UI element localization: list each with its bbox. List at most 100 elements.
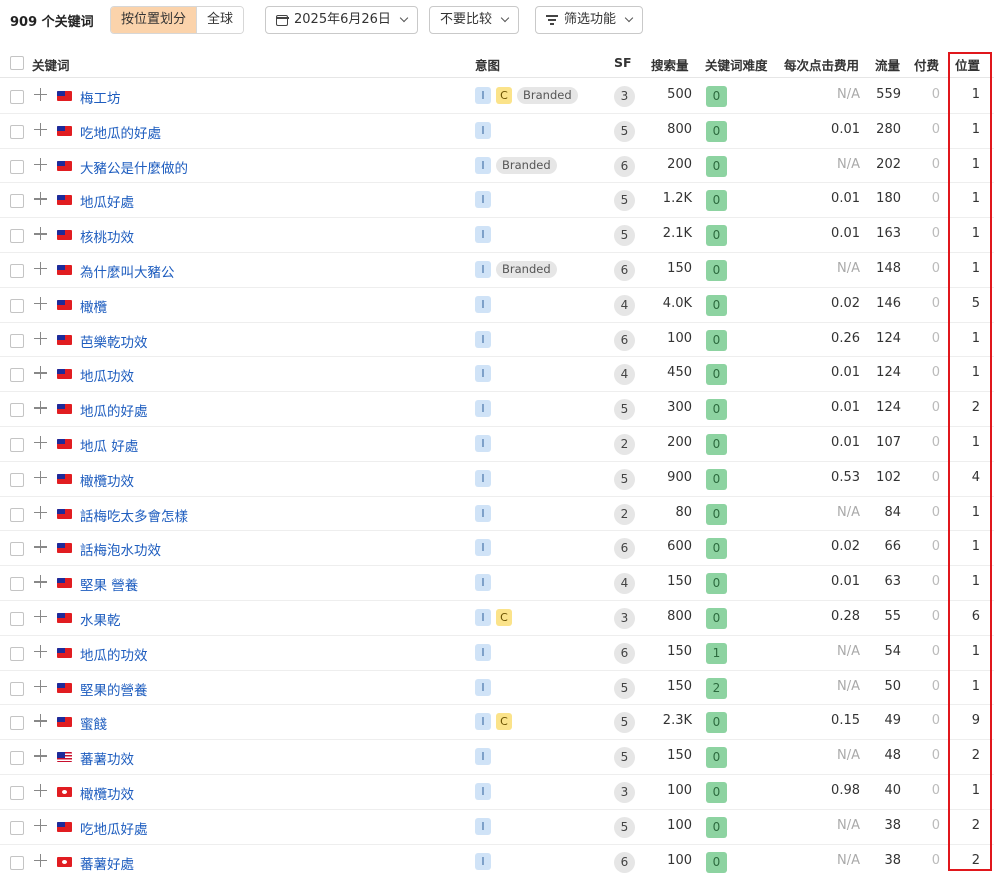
keyword-link[interactable]: 核桃功效 bbox=[80, 226, 134, 246]
row-checkbox[interactable] bbox=[10, 472, 24, 487]
add-keyword-icon[interactable] bbox=[34, 644, 47, 658]
date-picker-button[interactable]: 2025年6月26日 bbox=[265, 6, 418, 34]
add-keyword-icon[interactable] bbox=[34, 192, 47, 206]
position-value[interactable]: 1 bbox=[972, 157, 980, 172]
sf-badge[interactable]: 6 bbox=[614, 329, 635, 351]
sf-badge[interactable]: 3 bbox=[614, 607, 635, 629]
sf-badge[interactable]: 4 bbox=[614, 364, 635, 386]
row-checkbox[interactable] bbox=[10, 820, 24, 835]
keyword-link[interactable]: 橄欖功效 bbox=[80, 470, 134, 490]
sf-badge[interactable]: 6 bbox=[614, 538, 635, 560]
keyword-link[interactable]: 話梅吃太多會怎樣 bbox=[80, 505, 188, 525]
row-checkbox[interactable] bbox=[10, 403, 24, 418]
select-all-checkbox[interactable] bbox=[10, 56, 24, 70]
sf-badge[interactable]: 6 bbox=[614, 155, 635, 177]
position-value[interactable]: 9 bbox=[972, 713, 980, 728]
global-tab[interactable]: 全球 bbox=[196, 7, 244, 33]
keyword-link[interactable]: 蕃薯功效 bbox=[80, 748, 134, 768]
add-keyword-icon[interactable] bbox=[34, 435, 47, 449]
position-value[interactable]: 1 bbox=[972, 783, 980, 798]
row-checkbox[interactable] bbox=[10, 716, 24, 731]
by-position-tab[interactable]: 按位置划分 bbox=[111, 7, 197, 33]
row-checkbox[interactable] bbox=[10, 263, 24, 278]
position-value[interactable]: 2 bbox=[972, 400, 980, 415]
row-checkbox[interactable] bbox=[10, 611, 24, 626]
col-cpc[interactable]: 每次点击费用 bbox=[784, 55, 859, 74]
position-value[interactable]: 4 bbox=[972, 470, 980, 485]
position-value[interactable]: 2 bbox=[972, 818, 980, 833]
add-keyword-icon[interactable] bbox=[34, 331, 47, 345]
add-keyword-icon[interactable] bbox=[34, 575, 47, 589]
position-value[interactable]: 5 bbox=[972, 296, 980, 311]
row-checkbox[interactable] bbox=[10, 855, 24, 870]
row-checkbox[interactable] bbox=[10, 751, 24, 766]
add-keyword-icon[interactable] bbox=[34, 749, 47, 763]
position-value[interactable]: 1 bbox=[972, 679, 980, 694]
keyword-link[interactable]: 吃地瓜的好處 bbox=[80, 122, 161, 142]
row-checkbox[interactable] bbox=[10, 90, 24, 104]
position-value[interactable]: 2 bbox=[972, 853, 980, 868]
keyword-link[interactable]: 地瓜好處 bbox=[80, 191, 134, 211]
position-value[interactable]: 1 bbox=[972, 505, 980, 520]
sf-badge[interactable]: 5 bbox=[614, 712, 635, 734]
sf-badge[interactable]: 4 bbox=[614, 294, 635, 316]
row-checkbox[interactable] bbox=[10, 542, 24, 557]
keyword-link[interactable]: 梅工坊 bbox=[80, 87, 121, 107]
keyword-link[interactable]: 話梅泡水功效 bbox=[80, 539, 161, 559]
col-traffic[interactable]: 流量 bbox=[875, 55, 900, 74]
row-checkbox[interactable] bbox=[10, 229, 24, 244]
keyword-link[interactable]: 大豬公是什麼做的 bbox=[80, 157, 188, 177]
keyword-link[interactable]: 橄欖功效 bbox=[80, 783, 134, 803]
add-keyword-icon[interactable] bbox=[34, 470, 47, 484]
compare-dropdown[interactable]: 不要比较 bbox=[429, 6, 520, 34]
add-keyword-icon[interactable] bbox=[34, 122, 47, 136]
row-checkbox[interactable] bbox=[10, 159, 24, 174]
add-keyword-icon[interactable] bbox=[34, 679, 47, 693]
keyword-link[interactable]: 堅果的營養 bbox=[80, 679, 148, 699]
col-volume[interactable]: 搜索量 bbox=[651, 55, 689, 74]
sf-badge[interactable]: 3 bbox=[614, 781, 635, 803]
add-keyword-icon[interactable] bbox=[34, 783, 47, 797]
keyword-link[interactable]: 地瓜的好處 bbox=[80, 400, 148, 420]
row-checkbox[interactable] bbox=[10, 298, 24, 313]
row-checkbox[interactable] bbox=[10, 333, 24, 348]
col-keyword[interactable]: 关键词 bbox=[32, 55, 70, 74]
sf-badge[interactable]: 5 bbox=[614, 816, 635, 838]
keyword-link[interactable]: 地瓜的功效 bbox=[80, 644, 148, 664]
sf-badge[interactable]: 5 bbox=[614, 399, 635, 421]
row-checkbox[interactable] bbox=[10, 507, 24, 522]
sf-badge[interactable]: 6 bbox=[614, 851, 635, 873]
row-checkbox[interactable] bbox=[10, 785, 24, 800]
position-value[interactable]: 1 bbox=[972, 365, 980, 380]
add-keyword-icon[interactable] bbox=[34, 401, 47, 415]
add-keyword-icon[interactable] bbox=[34, 853, 47, 867]
add-keyword-icon[interactable] bbox=[34, 714, 47, 728]
keyword-link[interactable]: 堅果 營養 bbox=[80, 574, 138, 594]
col-position[interactable]: 位置 bbox=[955, 55, 980, 74]
keyword-link[interactable]: 水果乾 bbox=[80, 609, 121, 629]
sf-badge[interactable]: 5 bbox=[614, 190, 635, 212]
sf-badge[interactable]: 2 bbox=[614, 433, 635, 455]
col-sf[interactable]: SF bbox=[614, 55, 632, 70]
row-checkbox[interactable] bbox=[10, 681, 24, 696]
keyword-link[interactable]: 為什麼叫大豬公 bbox=[80, 261, 175, 281]
add-keyword-icon[interactable] bbox=[34, 227, 47, 241]
col-kd[interactable]: 关键词难度 bbox=[705, 55, 768, 74]
keyword-link[interactable]: 蕃薯好處 bbox=[80, 853, 134, 873]
keyword-link[interactable]: 地瓜功效 bbox=[80, 365, 134, 385]
sf-badge[interactable]: 5 bbox=[614, 225, 635, 247]
filter-button[interactable]: 筛选功能 bbox=[535, 6, 644, 34]
position-value[interactable]: 1 bbox=[972, 87, 980, 102]
add-keyword-icon[interactable] bbox=[34, 609, 47, 623]
position-value[interactable]: 1 bbox=[972, 122, 980, 137]
row-checkbox[interactable] bbox=[10, 437, 24, 452]
position-value[interactable]: 1 bbox=[972, 435, 980, 450]
col-paid[interactable]: 付费 bbox=[914, 55, 939, 74]
row-checkbox[interactable] bbox=[10, 646, 24, 661]
add-keyword-icon[interactable] bbox=[34, 505, 47, 519]
position-value[interactable]: 1 bbox=[972, 226, 980, 241]
row-checkbox[interactable] bbox=[10, 194, 24, 209]
add-keyword-icon[interactable] bbox=[34, 818, 47, 832]
row-checkbox[interactable] bbox=[10, 124, 24, 139]
sf-badge[interactable]: 4 bbox=[614, 573, 635, 595]
